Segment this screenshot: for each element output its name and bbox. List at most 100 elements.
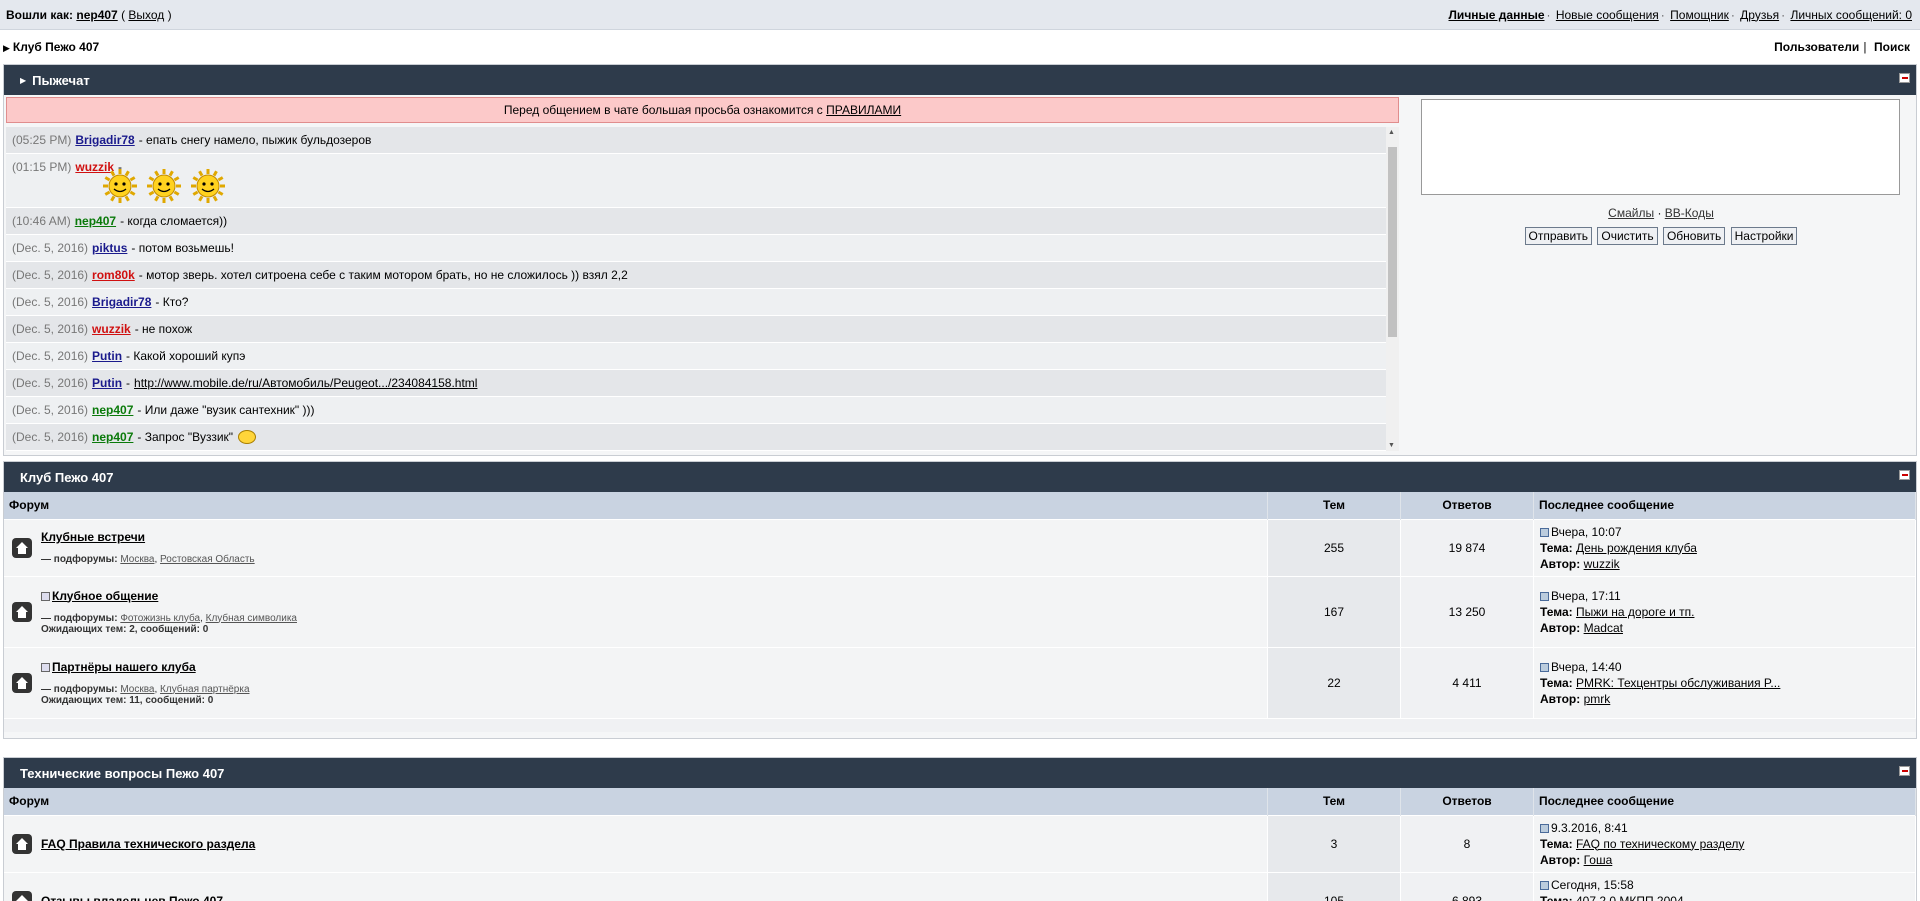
col-topics: Тем	[1267, 492, 1401, 519]
search-link[interactable]: Поиск	[1874, 40, 1910, 54]
last-post-icon[interactable]	[1540, 591, 1549, 601]
last-post-icon[interactable]	[1540, 662, 1549, 672]
author-label: Автор:	[1540, 556, 1581, 571]
subforum-link[interactable]: Фотожизнь клуба	[120, 613, 200, 624]
chat-form: Смайлы · BB-Коды Отправить Очистить Обно…	[1421, 99, 1901, 245]
users-link[interactable]: Пользователи	[1774, 40, 1859, 54]
chat-message: (10:46 AM) nep407 - когда сломается))	[6, 208, 1399, 235]
home-icon	[12, 833, 32, 854]
paren-open: (	[121, 7, 126, 22]
sun-smiley-icon	[190, 168, 226, 204]
breadcrumb-title[interactable]: Клуб Пежо 407	[13, 40, 99, 54]
message-user-link[interactable]: nep407	[75, 214, 116, 228]
subforum-link[interactable]: Клубная символика	[206, 613, 297, 624]
last-post-date: Сегодня, 15:58	[1551, 877, 1634, 892]
theme-label: Тема:	[1540, 675, 1573, 690]
refresh-button[interactable]: Обновить	[1662, 227, 1726, 245]
bbcodes-link[interactable]: BB-Коды	[1665, 206, 1714, 220]
subforums: — подфорумы: Москва, Клубная партнёрка	[41, 683, 250, 695]
replies-count: 4 411	[1400, 646, 1534, 718]
last-post-topic-link[interactable]: Пыжи на дороге и тп.	[1576, 605, 1694, 619]
topics-count: 167	[1267, 575, 1401, 647]
subforum-link[interactable]: Москва	[120, 554, 154, 565]
col-last: Последнее сообщение	[1533, 788, 1916, 815]
settings-button[interactable]: Настройки	[1730, 227, 1798, 245]
forum-title-link[interactable]: Клубное общение	[52, 589, 158, 603]
message-text: - Запрос "Вуззик"	[137, 430, 234, 444]
home-icon	[12, 672, 32, 693]
message-user-link[interactable]: nep407	[92, 430, 133, 444]
forum-title-link[interactable]: FAQ Правила технического раздела	[41, 837, 255, 851]
chat-message: (Dec. 5, 2016) rom80k - мотор зверь. хотел…	[6, 262, 1399, 289]
chat-arrow-icon: ▶	[20, 75, 27, 85]
top-bar: Вошли как: nep407 ( Выход ) Личные данны…	[0, 0, 1920, 30]
message-text: - не похож	[134, 322, 193, 336]
message-user-link[interactable]: piktus	[92, 241, 127, 255]
forum-section: Клуб Пежо 407 Форум Тем Ответов Последнее со…	[3, 461, 1917, 739]
scroll-down-icon[interactable]: ▼	[1388, 442, 1395, 449]
helper-link[interactable]: Помощник	[1670, 8, 1729, 22]
chat-message: (Dec. 5, 2016) nep407 - Запрос "Вуззик"	[6, 424, 1399, 451]
collapse-icon[interactable]	[1899, 73, 1910, 83]
col-replies: Ответов	[1400, 788, 1534, 815]
message-user-link[interactable]: nep407	[92, 403, 133, 417]
collapse-icon[interactable]	[1899, 766, 1910, 776]
forum-title-link[interactable]: Отзывы владельцев Пежо 407	[41, 894, 223, 901]
friends-link[interactable]: Друзья	[1740, 8, 1779, 22]
collapse-icon[interactable]	[1899, 470, 1910, 480]
topics-count: 255	[1267, 518, 1401, 576]
last-post-icon[interactable]	[1540, 823, 1549, 833]
col-topics: Тем	[1267, 788, 1401, 815]
message-text: - когда сломается))	[120, 214, 228, 228]
logout-link[interactable]: Выход	[128, 8, 164, 22]
last-post-author-link[interactable]: Madcat	[1584, 621, 1623, 635]
subforum-link[interactable]: Москва	[120, 684, 154, 695]
last-post-author-link[interactable]: wuzzik	[1584, 557, 1620, 571]
new-messages-link[interactable]: Новые сообщения	[1556, 8, 1659, 22]
last-post-author-link[interactable]: pmrk	[1584, 692, 1611, 706]
last-post-topic-link[interactable]: 407 2.0 МКПП 2004	[1576, 894, 1684, 901]
message-link[interactable]: http://www.mobile.de/ru/Автомобиль/Peuge…	[134, 376, 477, 390]
profile-link[interactable]: Личные данные	[1449, 8, 1545, 22]
last-post-date: Вчера, 17:11	[1551, 588, 1621, 603]
subforum-link[interactable]: Клубная партнёрка	[160, 684, 249, 695]
message-user-link[interactable]: Putin	[92, 349, 122, 363]
last-post-icon[interactable]	[1540, 880, 1549, 890]
chat-block: ▶ Пыжечат Перед общением в чате большая …	[3, 64, 1917, 456]
chat-message: (Dec. 5, 2016) wuzzik - не похож	[6, 316, 1399, 343]
last-post-author-link[interactable]: Гоша	[1584, 853, 1613, 867]
last-post-topic-link[interactable]: PMRK: Техцентры обслуживания P...	[1576, 676, 1780, 690]
last-post-date: Вчера, 10:07	[1551, 524, 1622, 539]
last-post-icon[interactable]	[1540, 527, 1549, 537]
last-post-topic-link[interactable]: День рождения клуба	[1576, 541, 1697, 555]
smiles-link[interactable]: Смайлы	[1608, 206, 1654, 220]
private-messages-link[interactable]: Личных сообщений: 0	[1790, 8, 1912, 22]
section-title: Клуб Пежо 407	[20, 469, 114, 485]
message-user-link[interactable]: Brigadir78	[75, 133, 134, 147]
rules-link[interactable]: ПРАВИЛАМИ	[826, 103, 901, 117]
message-user-link[interactable]: Brigadir78	[92, 295, 151, 309]
message-time: (Dec. 5, 2016)	[12, 322, 89, 336]
chat-message-input[interactable]	[1421, 99, 1900, 195]
forum-title-link[interactable]: Партнёры нашего клуба	[52, 660, 196, 674]
pending-count: Ожидающих тем: 2, сообщений: 0	[41, 623, 209, 635]
username-link[interactable]: nep407	[76, 8, 117, 22]
paren-close: )	[167, 7, 172, 22]
last-post-topic-link[interactable]: FAQ по техническому разделу	[1576, 837, 1744, 851]
sun-smiley-icon	[146, 168, 182, 204]
scroll-thumb[interactable]	[1388, 147, 1397, 337]
message-user-link[interactable]: wuzzik	[92, 322, 131, 336]
notice-text: Перед общением в чате большая просьба оз…	[503, 103, 823, 117]
home-icon	[12, 601, 32, 622]
breadcrumb: ▶ Клуб Пежо 407 Пользователи | Поиск	[3, 40, 1910, 54]
chat-header: ▶ Пыжечат	[4, 65, 1916, 95]
forum-title-link[interactable]: Клубные встречи	[41, 530, 145, 544]
message-user-link[interactable]: Putin	[92, 376, 122, 390]
message-user-link[interactable]: rom80k	[92, 268, 135, 282]
send-button[interactable]: Отправить	[1524, 227, 1593, 245]
replies-count: 19 874	[1400, 518, 1534, 576]
chat-scrollbar[interactable]: ▲ ▼	[1386, 127, 1399, 451]
scroll-up-icon[interactable]: ▲	[1388, 129, 1395, 136]
subforum-link[interactable]: Ростовская Область	[160, 554, 255, 565]
clear-button[interactable]: Очистить	[1597, 227, 1658, 245]
